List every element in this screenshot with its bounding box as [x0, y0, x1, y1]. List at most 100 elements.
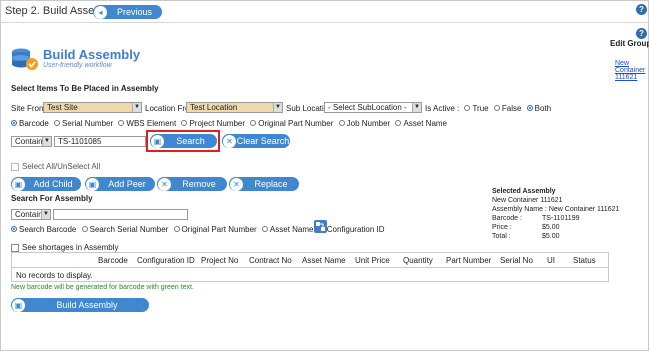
price-value: $5.00	[542, 224, 560, 231]
section-title: Select Items To Be Placed in Assembly	[11, 84, 159, 93]
shortages-checkbox[interactable]	[11, 243, 19, 252]
config-lookup-icon[interactable]	[314, 220, 327, 233]
sub-location-select[interactable]: - Select SubLocation - ▼	[324, 102, 422, 113]
price-row: Price : $5.00	[492, 223, 619, 232]
add-peer-button[interactable]: ▣ Add Peer	[85, 177, 155, 191]
location-from-select[interactable]: Test Location ▼	[186, 102, 283, 113]
replace-button[interactable]: ✕ Replace	[229, 177, 299, 191]
search-mode-select[interactable]: Contains ▼	[11, 136, 52, 147]
remove-button[interactable]: ✕ Remove	[157, 177, 227, 191]
col-part-number[interactable]: Part Number	[446, 256, 491, 265]
assembly-table: Barcode Configuration ID Project No Cont…	[11, 252, 609, 282]
replace-label: Replace	[254, 179, 288, 189]
sub-location-value: - Select SubLocation -	[328, 103, 407, 112]
search-type-group: Barcode Serial Number WBS Element Projec…	[11, 119, 447, 128]
col-ui[interactable]: UI	[547, 256, 555, 265]
total-row: Total : $5.00	[492, 232, 619, 241]
is-active-true-radio[interactable]	[464, 105, 471, 112]
link-line-3: 111621	[615, 74, 638, 81]
search-type-job-radio[interactable]	[338, 120, 345, 127]
assembly-search-barcode-label: Search Barcode	[19, 225, 77, 234]
back-icon: ◂	[94, 5, 107, 19]
chevron-down-icon: ▼	[273, 103, 282, 112]
assembly-search-barcode-radio[interactable]	[11, 226, 17, 233]
is-active-false-label: False	[501, 104, 522, 113]
assembly-search-original-part-label: Original Part Number	[181, 225, 257, 234]
link-line-1: New	[615, 60, 630, 67]
select-all-row: Select All/UnSelect All	[11, 162, 100, 171]
is-active-group: Is Active : True False Both	[425, 104, 551, 113]
assembly-name-row: Assembly Name : New Container 111621	[492, 205, 619, 214]
add-peer-icon: ▣	[86, 177, 99, 191]
search-label: Search	[176, 136, 205, 146]
col-quantity[interactable]: Quantity	[403, 256, 433, 265]
col-contract-no[interactable]: Contract No	[249, 256, 292, 265]
search-type-project-label: Project Number	[189, 119, 246, 128]
search-type-job-label: Job Number	[346, 119, 391, 128]
assembly-search-asset-radio[interactable]	[261, 226, 268, 233]
col-unit-price[interactable]: Unit Price	[355, 256, 390, 265]
col-asset-name[interactable]: Asset Name	[302, 256, 346, 265]
selected-assembly-name: New Container 111621	[492, 197, 563, 204]
chevron-down-icon: ▼	[42, 137, 51, 146]
assembly-search-input[interactable]	[53, 209, 188, 220]
select-all-checkbox[interactable]	[11, 162, 19, 171]
search-type-serial-radio[interactable]	[54, 120, 61, 127]
site-from-select[interactable]: Test Site ▼	[43, 102, 142, 113]
total-value: $5.00	[542, 233, 560, 240]
chevron-down-icon: ▼	[41, 210, 50, 219]
search-type-asset-radio[interactable]	[395, 120, 402, 127]
col-status[interactable]: Status	[573, 256, 596, 265]
item-search-input[interactable]: TS-1101085	[54, 136, 146, 147]
assembly-search-mode-select[interactable]: Contains ▼	[11, 209, 51, 220]
assembly-search-original-part-radio[interactable]	[173, 226, 180, 233]
barcode-label: Barcode :	[492, 215, 522, 222]
logo-title: Build Assembly	[43, 47, 141, 62]
build-assembly-label: Build Assembly	[56, 300, 118, 310]
selected-assembly-panel: Selected Assembly New Container 111621 A…	[492, 187, 619, 241]
table-body: No records to display.	[12, 268, 608, 281]
selected-assembly-heading: Selected Assembly	[492, 188, 556, 195]
previous-label: Previous	[116, 7, 152, 17]
total-label: Total :	[492, 233, 511, 240]
location-from-value: Test Location	[190, 103, 238, 112]
is-active-both-radio[interactable]	[526, 105, 533, 112]
chevron-down-icon: ▼	[132, 103, 141, 112]
is-active-both-label: Both	[534, 104, 552, 113]
add-child-label: Add Child	[33, 179, 73, 189]
barcode-note: New barcode will be generated for barcod…	[11, 284, 194, 291]
build-assembly-button[interactable]: ▣ Build Assembly	[11, 298, 149, 312]
previous-button[interactable]: ◂ Previous	[93, 5, 162, 19]
clear-search-button[interactable]: ✕ Clear Search	[222, 134, 290, 148]
price-label: Price :	[492, 224, 512, 231]
col-barcode[interactable]: Barcode	[98, 256, 128, 265]
container-link[interactable]: New Container 111621	[615, 60, 645, 81]
col-project-no[interactable]: Project No	[201, 256, 238, 265]
remove-icon: ✕	[158, 177, 171, 191]
search-button[interactable]: ▣ Search	[150, 134, 217, 148]
barcode-row: Barcode : TS-1101199	[492, 214, 619, 223]
assembly-name-value: New Container 111621	[548, 206, 620, 213]
search-type-original-part-radio[interactable]	[250, 120, 257, 127]
barcode-value: TS-1101199	[542, 215, 580, 222]
logo-subtitle: User-friendly workflow	[43, 62, 112, 69]
search-type-wbs-radio[interactable]	[118, 120, 125, 127]
select-all-label: Select All/UnSelect All	[22, 162, 101, 171]
search-type-barcode-radio[interactable]	[11, 120, 17, 127]
add-child-button[interactable]: ▣ Add Child	[11, 177, 81, 191]
assembly-search-serial-radio[interactable]	[81, 226, 88, 233]
clear-search-label: Clear Search	[236, 136, 290, 146]
is-active-false-radio[interactable]	[493, 105, 500, 112]
col-serial-no[interactable]: Serial No	[500, 256, 533, 265]
replace-icon: ✕	[230, 177, 243, 191]
search-type-asset-label: Asset Name	[403, 119, 448, 128]
help-icon-secondary[interactable]: ?	[636, 28, 647, 39]
col-configuration-id[interactable]: Configuration ID	[137, 256, 195, 265]
is-active-true-label: True	[472, 104, 489, 113]
assembly-search-serial-label: Search Serial Number	[89, 225, 169, 234]
chevron-down-icon: ▼	[412, 103, 421, 112]
add-peer-label: Add Peer	[108, 179, 146, 189]
assembly-name-label: Assembly Name :	[492, 206, 547, 213]
search-type-project-radio[interactable]	[181, 120, 188, 127]
help-icon[interactable]: ?	[636, 4, 647, 15]
